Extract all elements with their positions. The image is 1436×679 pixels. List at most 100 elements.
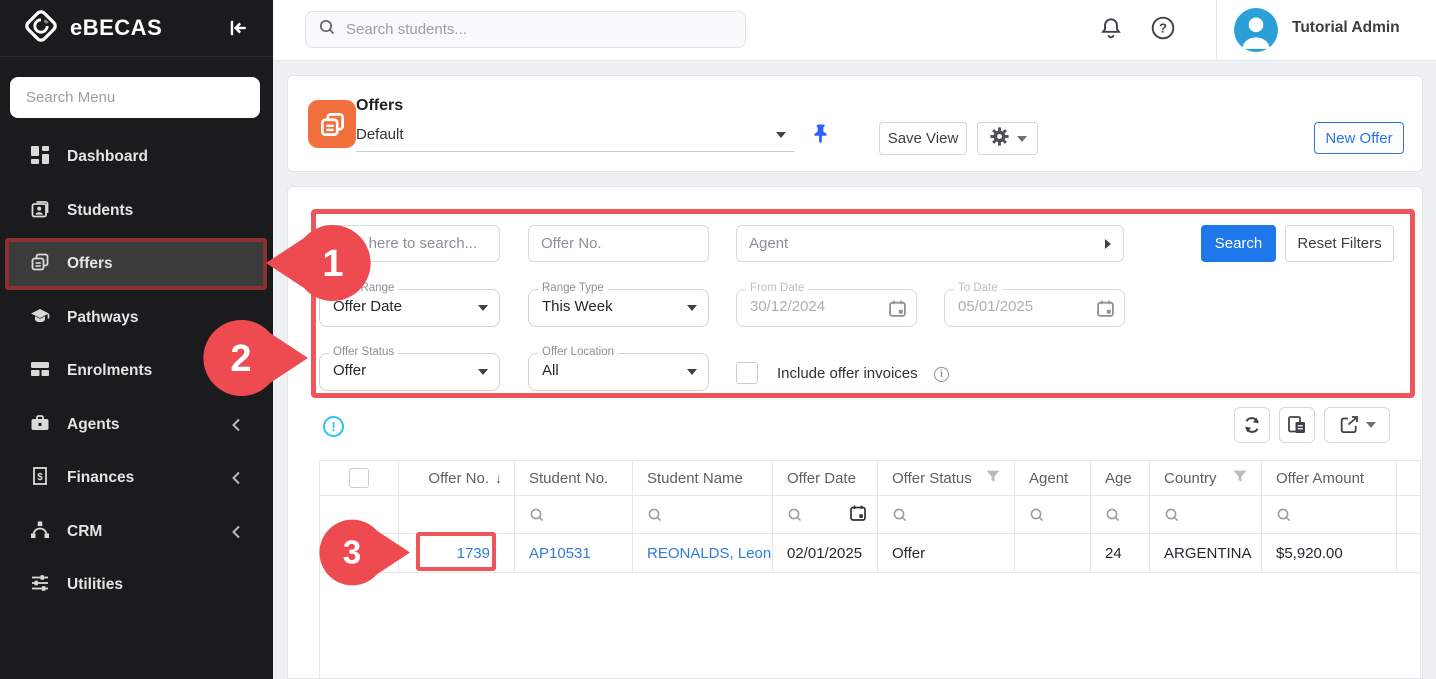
column-header-country[interactable]: Country xyxy=(1150,461,1262,496)
refresh-button[interactable] xyxy=(1234,407,1270,443)
column-header-student-no[interactable]: Student No. xyxy=(515,461,633,496)
filter-cell-empty xyxy=(319,496,399,534)
sidebar-item-pathways[interactable]: Pathways xyxy=(0,294,273,342)
include-invoices-label: Include offer invoices xyxy=(777,365,918,382)
offers-table: Offer No. ↓ Student No. Student Name Off… xyxy=(319,460,1421,573)
calendar-icon[interactable] xyxy=(849,504,867,526)
ebecas-logo-icon xyxy=(22,7,60,50)
column-header-student-name[interactable]: Student Name xyxy=(633,461,773,496)
filter-cell-student-no[interactable] xyxy=(515,496,633,534)
search-icon xyxy=(787,507,803,523)
page-title: Offers xyxy=(356,97,403,115)
offers-icon xyxy=(30,252,50,277)
sidebar-collapse-icon[interactable] xyxy=(227,17,249,44)
student-search-box[interactable] xyxy=(305,11,746,48)
offers-module-icon xyxy=(308,100,356,148)
sidebar-item-offers[interactable]: Offers xyxy=(9,240,265,288)
column-header-offer-amount[interactable]: Offer Amount xyxy=(1262,461,1397,496)
app-title: eBECAS xyxy=(70,15,162,41)
finances-icon: $ xyxy=(30,466,50,491)
filter-cell-offer-date[interactable] xyxy=(773,496,878,534)
filter-cell-spacer xyxy=(1397,496,1421,534)
chevron-left-icon[interactable] xyxy=(227,415,247,440)
row-checkbox-cell[interactable] xyxy=(319,534,399,573)
filter-funnel-icon[interactable] xyxy=(986,470,1000,487)
sidebar-item-students[interactable]: Students xyxy=(0,187,273,235)
export-button[interactable] xyxy=(1324,407,1390,443)
search-icon xyxy=(1029,507,1045,523)
new-offer-button[interactable]: New Offer xyxy=(1314,122,1404,154)
offer-no-link[interactable]: 1739 xyxy=(399,534,515,573)
column-header-offer-status[interactable]: Offer Status xyxy=(878,461,1015,496)
sidebar: eBECAS Dashboard xyxy=(0,0,273,679)
chevron-right-icon xyxy=(1105,239,1111,249)
to-date-field[interactable]: To Date 05/01/2025 xyxy=(944,289,1125,327)
include-invoices-checkbox[interactable] xyxy=(736,362,758,384)
date-range-select[interactable]: Date Range Offer Date xyxy=(319,289,500,327)
offers-main-card: Agent Search Reset Filters Date Range Of… xyxy=(287,186,1423,679)
topbar-divider xyxy=(1216,0,1217,61)
filter-cell-offer-no[interactable] xyxy=(399,496,515,534)
sort-descending-icon[interactable]: ↓ xyxy=(495,470,502,486)
chevron-down-icon xyxy=(478,369,488,375)
copy-grid-button[interactable] xyxy=(1279,407,1315,443)
column-header-spacer xyxy=(1397,461,1421,496)
help-icon[interactable]: ? xyxy=(1150,15,1176,46)
notifications-bell-icon[interactable] xyxy=(1098,15,1124,46)
chevron-left-icon[interactable] xyxy=(227,468,247,493)
student-no-link[interactable]: AP10531 xyxy=(515,534,633,573)
agent-cell xyxy=(1015,534,1091,573)
sidebar-item-finances[interactable]: $ Finances xyxy=(0,454,273,502)
filter-cell-age[interactable] xyxy=(1091,496,1150,534)
view-settings-button[interactable] xyxy=(977,122,1038,155)
search-icon xyxy=(318,18,336,41)
offer-no-input[interactable] xyxy=(528,225,709,262)
filter-funnel-icon[interactable] xyxy=(1233,470,1247,487)
sidebar-item-crm[interactable]: CRM xyxy=(0,508,273,556)
filter-cell-student-name[interactable] xyxy=(633,496,773,534)
chevron-down-icon xyxy=(478,305,488,311)
filter-cell-offer-status[interactable] xyxy=(878,496,1015,534)
pin-view-icon[interactable] xyxy=(811,123,831,150)
view-select-value: Default xyxy=(356,126,404,143)
offer-location-select[interactable]: Offer Location All xyxy=(528,353,709,391)
from-date-field[interactable]: From Date 30/12/2024 xyxy=(736,289,917,327)
offer-status-select[interactable]: Offer Status Offer xyxy=(319,353,500,391)
user-avatar[interactable] xyxy=(1233,7,1279,58)
age-cell: 24 xyxy=(1091,534,1150,573)
reset-filters-button[interactable]: Reset Filters xyxy=(1285,225,1394,262)
sidebar-search-input[interactable] xyxy=(10,77,260,118)
sidebar-item-dashboard[interactable]: Dashboard xyxy=(0,133,273,181)
column-header-offer-date[interactable]: Offer Date xyxy=(773,461,878,496)
select-all-checkbox-cell[interactable] xyxy=(319,461,399,496)
column-header-age[interactable]: Age xyxy=(1091,461,1150,496)
column-header-offer-no[interactable]: Offer No. ↓ xyxy=(399,461,515,496)
filter-cell-agent[interactable] xyxy=(1015,496,1091,534)
chevron-left-icon[interactable] xyxy=(227,522,247,547)
sidebar-item-agents[interactable]: Agents xyxy=(0,401,273,449)
chevron-down-icon xyxy=(1017,136,1027,142)
view-select[interactable]: Default xyxy=(356,122,794,152)
filter-cell-country[interactable] xyxy=(1150,496,1262,534)
search-icon xyxy=(529,507,545,523)
agents-icon xyxy=(30,413,50,438)
text-search-input[interactable] xyxy=(319,225,500,262)
search-button[interactable]: Search xyxy=(1201,225,1276,262)
sidebar-item-enrolments[interactable]: Enrolments xyxy=(0,347,273,395)
chevron-down-icon xyxy=(776,132,786,138)
user-name[interactable]: Tutorial Admin xyxy=(1292,19,1400,37)
agent-select[interactable]: Agent xyxy=(736,225,1124,262)
row-spacer-cell xyxy=(1397,534,1421,573)
student-search-input[interactable] xyxy=(346,21,706,38)
offer-date-cell: 02/01/2025 xyxy=(773,534,878,573)
student-name-link[interactable]: REONALDS, Leon xyxy=(633,534,773,573)
gear-icon xyxy=(989,126,1010,151)
save-view-button[interactable]: Save View xyxy=(879,122,967,155)
select-all-checkbox[interactable] xyxy=(349,468,369,488)
info-icon: i xyxy=(934,367,949,382)
column-header-agent[interactable]: Agent xyxy=(1015,461,1091,496)
sidebar-item-utilities[interactable]: Utilities xyxy=(0,561,273,609)
svg-text:?: ? xyxy=(1159,21,1167,36)
filter-cell-offer-amount[interactable] xyxy=(1262,496,1397,534)
range-type-select[interactable]: Range Type This Week xyxy=(528,289,709,327)
